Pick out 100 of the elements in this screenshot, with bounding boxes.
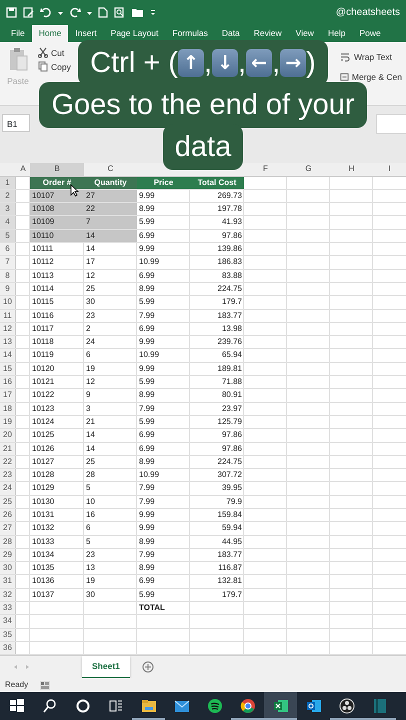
- row-number[interactable]: 28: [0, 536, 15, 548]
- undo-icon[interactable]: [40, 6, 52, 18]
- table-cell-text: 10126: [31, 442, 56, 454]
- column-header[interactable]: B: [30, 163, 84, 176]
- row-number[interactable]: 2: [0, 190, 15, 202]
- ribbon-tab[interactable]: Data: [214, 26, 247, 42]
- table-cell-text: 116.87: [217, 562, 243, 574]
- row-number[interactable]: 22: [0, 456, 15, 468]
- row-number[interactable]: 30: [0, 562, 15, 574]
- table-cell-text: 41.93: [220, 216, 243, 228]
- header-cell: Price: [137, 176, 190, 189]
- folder-icon: [140, 698, 156, 714]
- row-number[interactable]: 3: [0, 203, 15, 216]
- table-cell-text: 79.9: [225, 496, 243, 508]
- ribbon-tab[interactable]: Home: [32, 24, 68, 42]
- table-cell-text: 12: [85, 270, 96, 282]
- ribbon-tab[interactable]: Page Layout: [104, 26, 166, 42]
- ribbon-tab[interactable]: Review: [246, 26, 289, 42]
- table-cell-text: 132.81: [216, 575, 243, 588]
- row-number[interactable]: 21: [0, 442, 15, 455]
- row-number[interactable]: 25: [0, 496, 15, 508]
- caption-text: ,: [204, 46, 212, 81]
- save-icon[interactable]: [6, 6, 17, 18]
- folder-icon[interactable]: [131, 6, 144, 18]
- add-sheet-icon[interactable]: [142, 661, 154, 674]
- row-number[interactable]: 20: [0, 429, 15, 442]
- column-header[interactable]: I: [373, 163, 406, 176]
- sheet-tab[interactable]: Sheet1: [82, 656, 130, 679]
- row-number[interactable]: 4: [0, 216, 15, 229]
- table-cell-text: 197.78: [216, 203, 243, 216]
- ribbon-tab[interactable]: Formulas: [165, 26, 215, 42]
- row-number[interactable]: 8: [0, 270, 15, 282]
- table-cell-text: 3: [85, 402, 92, 415]
- row-number[interactable]: 5: [0, 230, 15, 242]
- row-number[interactable]: 17: [0, 389, 15, 402]
- ribbon-tab[interactable]: Powe: [352, 26, 388, 42]
- row-number[interactable]: 18: [0, 402, 15, 415]
- row-number[interactable]: 27: [0, 522, 15, 535]
- row-number[interactable]: 14: [0, 349, 15, 362]
- table-cell-text: 5: [85, 536, 92, 548]
- print-preview-icon[interactable]: [114, 6, 125, 18]
- row-number[interactable]: 29: [0, 548, 15, 562]
- row-number[interactable]: 12: [0, 322, 15, 336]
- formula-input[interactable]: [376, 114, 406, 134]
- table-cell-text: 10133: [31, 536, 56, 548]
- ribbon-button[interactable]: Wrap Text: [340, 50, 402, 64]
- row-number[interactable]: 16: [0, 376, 15, 388]
- ribbon-button[interactable]: Copy: [38, 60, 71, 74]
- row-number[interactable]: 36: [0, 642, 15, 654]
- new-document-icon[interactable]: [98, 6, 108, 18]
- ribbon-button[interactable]: Merge & Cen: [340, 70, 402, 84]
- row-number[interactable]: 19: [0, 416, 15, 428]
- table-cell-text: 30: [85, 296, 96, 308]
- row-number[interactable]: 7: [0, 256, 15, 269]
- ribbon-tab[interactable]: Help: [320, 26, 352, 42]
- table-cell-text: 10.99: [138, 469, 160, 482]
- table-cell-text: 6: [85, 522, 92, 534]
- table-cell-text: 5.99: [138, 296, 156, 308]
- mail-icon: [174, 698, 190, 714]
- table-cell-text: 10134: [31, 548, 56, 561]
- column-header[interactable]: G: [287, 163, 330, 176]
- row-number[interactable]: 13: [0, 336, 15, 348]
- table-cell-text: 10116: [31, 310, 55, 322]
- ribbon-tab[interactable]: File: [4, 26, 32, 42]
- table-cell-text: 6.99: [138, 270, 156, 282]
- ribbon-tab[interactable]: View: [288, 26, 321, 42]
- table-cell-text: 8.99: [138, 203, 156, 216]
- ribbon-button[interactable]: Cut: [38, 46, 71, 60]
- row-number[interactable]: 23: [0, 469, 15, 482]
- table-cell: 14: [84, 230, 137, 242]
- ribbon-tab[interactable]: Insert: [68, 26, 104, 42]
- column-header[interactable]: F: [244, 163, 287, 176]
- row-number[interactable]: 9: [0, 282, 15, 296]
- row-number[interactable]: 35: [0, 628, 15, 641]
- handle-text: @cheatsheets: [336, 6, 400, 20]
- edit-document-icon[interactable]: [23, 6, 34, 18]
- column-header[interactable]: A: [16, 163, 30, 176]
- row-number[interactable]: 26: [0, 508, 15, 522]
- table-cell-text: 71.88: [220, 376, 243, 388]
- table-cell: 10110: [30, 230, 84, 242]
- row-number[interactable]: 31: [0, 575, 15, 588]
- column-header[interactable]: H: [330, 163, 373, 176]
- table-cell-text: 7.99: [138, 496, 156, 508]
- row-number[interactable]: 15: [0, 362, 15, 376]
- row-number[interactable]: 34: [0, 615, 15, 628]
- table-cell-text: 10112: [31, 256, 55, 268]
- row-number[interactable]: 10: [0, 296, 15, 309]
- row-number[interactable]: 24: [0, 482, 15, 495]
- recorder-icon: [338, 698, 354, 714]
- row-number[interactable]: 6: [0, 243, 15, 256]
- macro-recorder-icon[interactable]: [40, 680, 50, 690]
- header-cell: Quantity: [84, 176, 137, 189]
- row-number[interactable]: 11: [0, 310, 15, 322]
- redo-icon[interactable]: [69, 6, 81, 18]
- column-header[interactable]: C: [84, 163, 137, 176]
- row-number[interactable]: 32: [0, 588, 15, 602]
- wrap-text-icon: [340, 52, 351, 62]
- row-number[interactable]: 1: [0, 176, 15, 189]
- name-box[interactable]: B1: [2, 114, 30, 132]
- row-number[interactable]: 33: [0, 602, 15, 614]
